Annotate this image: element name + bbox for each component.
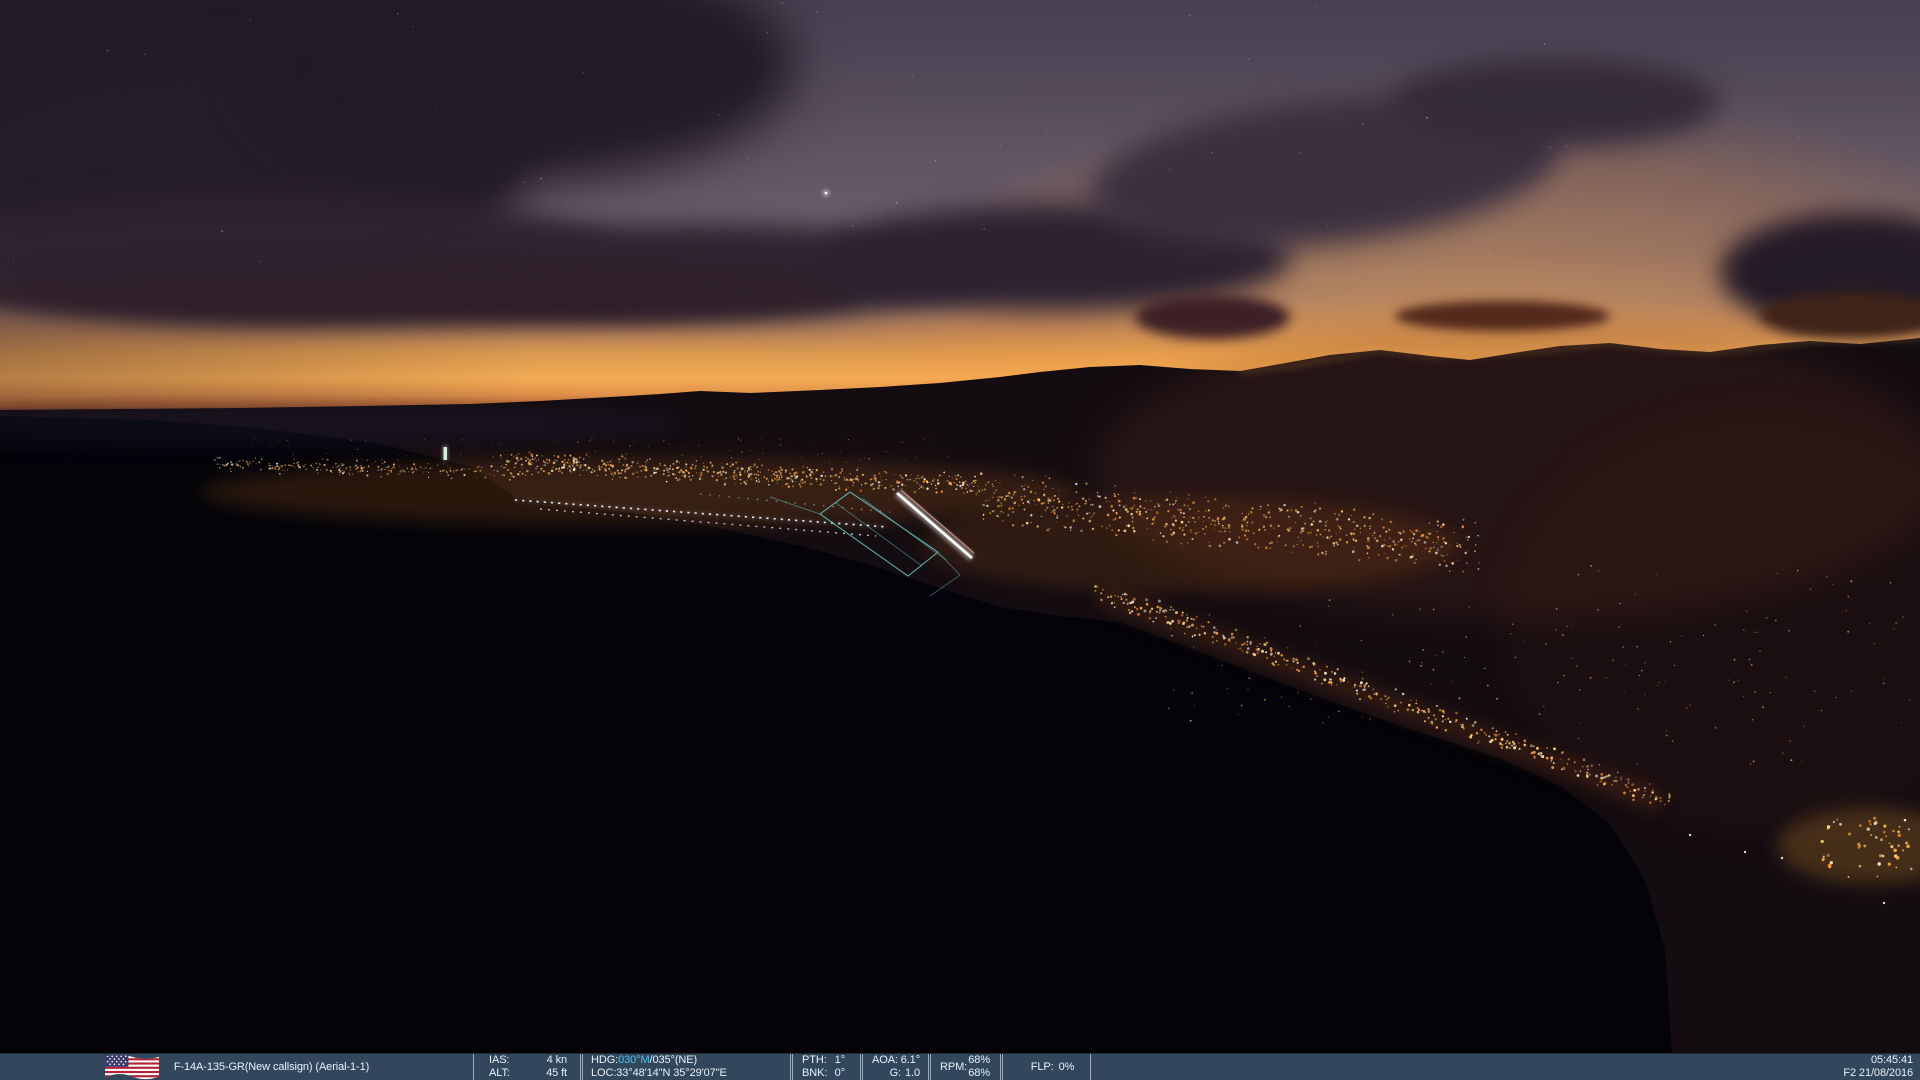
pth-value: 1° [835, 1054, 845, 1067]
flaps-section: FLP: 0% [1000, 1054, 1091, 1080]
g-label: G: [890, 1067, 901, 1080]
sim-date: F2 21/08/2016 [1843, 1067, 1913, 1080]
statusbar-spacer [1091, 1054, 1843, 1080]
hdg-label: HDG: [591, 1054, 618, 1067]
rpm-label: RPM: [940, 1061, 967, 1074]
pth-label: PTH: [802, 1054, 827, 1067]
aircraft-callsign: F-14A-135-GR(New callsign) (Aerial-1-1) [174, 1061, 369, 1074]
aoa-g-section: AOA:6.1° G: 1.0 [860, 1054, 928, 1080]
hdg-magnetic-value: 030°M [618, 1054, 649, 1067]
status-bar: F-14A-135-GR(New callsign) (Aerial-1-1) … [0, 1053, 1920, 1080]
ias-label: IAS: [489, 1054, 509, 1067]
flight-exterior-view[interactable] [0, 0, 1920, 1053]
speed-altitude-section: IAS: 4 kn ALT: 45 ft [473, 1054, 580, 1080]
loc-value: 33°48'14"N 35°29'07"E [616, 1067, 726, 1080]
sim-time: 05:45:41 [1871, 1054, 1913, 1067]
simulator-screen: F-14A-135-GR(New callsign) (Aerial-1-1) … [0, 0, 1920, 1080]
clock-section: 05:45:41 F2 21/08/2016 [1843, 1054, 1920, 1080]
pitch-bank-section: PTH: 1° BNK: 0° [790, 1054, 860, 1080]
us-flag-icon [104, 1054, 160, 1080]
bnk-value: 0° [835, 1067, 845, 1080]
loc-label: LOC: [591, 1067, 616, 1080]
aoa-value: 6.1° [901, 1054, 920, 1067]
rpm-value-top: 68% [968, 1054, 990, 1067]
rpm-value-bottom: 68% [968, 1067, 990, 1080]
alt-value: 45 ft [546, 1067, 567, 1080]
rpm-section: RPM: 68% 68% [928, 1054, 1000, 1080]
terrain-and-lights [0, 0, 1920, 1053]
aoa-label: AOA: [872, 1054, 898, 1067]
flp-value: 0% [1059, 1061, 1075, 1074]
bnk-label: BNK: [802, 1067, 827, 1080]
aircraft-section: F-14A-135-GR(New callsign) (Aerial-1-1) [0, 1054, 473, 1080]
g-value: 1.0 [905, 1067, 920, 1080]
heading-location-section: HDG:030°M/035°(NE) LOC:33°48'14"N 35°29'… [580, 1054, 790, 1080]
stars [13, 2, 1876, 273]
hdg-true-value: 035°(NE) [653, 1054, 698, 1067]
alt-label: ALT: [489, 1067, 510, 1080]
ias-value: 4 kn [547, 1054, 567, 1067]
flp-label: FLP: [1031, 1061, 1054, 1074]
